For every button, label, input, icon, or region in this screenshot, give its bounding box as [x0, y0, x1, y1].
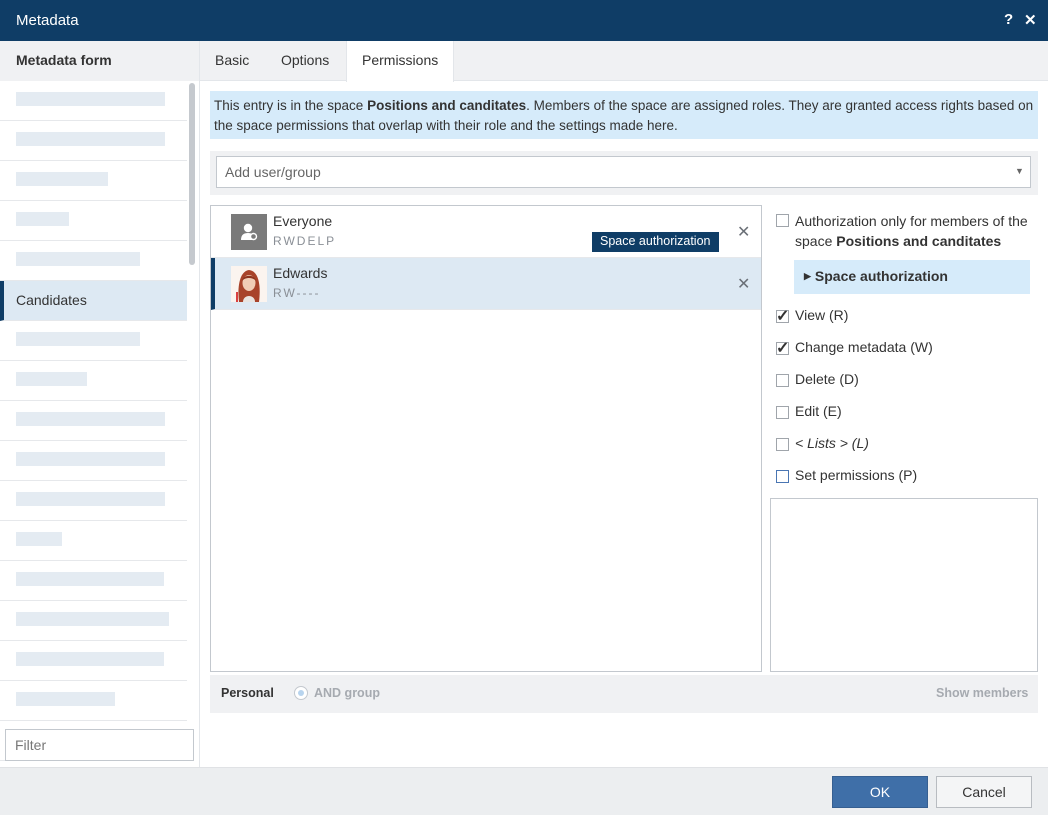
- cancel-button[interactable]: Cancel: [936, 776, 1032, 808]
- field-item[interactable]: [0, 561, 187, 601]
- expand-arrow-icon: ▶: [804, 271, 811, 281]
- close-icon[interactable]: ✕: [1024, 11, 1037, 29]
- info-text-before: This entry is in the space: [214, 98, 368, 113]
- user-photo-avatar: [231, 266, 267, 302]
- field-placeholder: [16, 452, 165, 466]
- info-space-name: Positions and canditates: [367, 98, 527, 113]
- delete-checkbox[interactable]: [776, 374, 789, 387]
- field-item[interactable]: [0, 321, 187, 361]
- field-placeholder: [16, 172, 108, 186]
- show-members-link[interactable]: Show members: [936, 686, 1028, 700]
- field-item[interactable]: [0, 401, 187, 441]
- lists-name: < Lists >: [795, 435, 848, 451]
- metadata-form-sidebar: Metadata form Candidates: [0, 41, 200, 767]
- field-placeholder: [16, 412, 165, 426]
- change-metadata-label: Change metadata (W): [795, 339, 933, 355]
- field-list: Candidates: [0, 81, 187, 761]
- tab-options[interactable]: Options: [266, 41, 344, 81]
- main-panel: Basic Options Permissions This entry is …: [200, 41, 1048, 767]
- lists-suffix: (L): [847, 435, 869, 451]
- sidebar-header: Metadata form: [0, 41, 199, 81]
- field-item[interactable]: [0, 441, 187, 481]
- lists-label: < Lists > (L): [795, 435, 869, 451]
- field-placeholder: [16, 92, 165, 106]
- field-placeholder: [16, 492, 165, 506]
- help-icon[interactable]: ?: [1004, 11, 1013, 28]
- field-placeholder: [16, 612, 169, 626]
- field-placeholder: [16, 532, 62, 546]
- field-item[interactable]: [0, 161, 187, 201]
- add-user-group-input[interactable]: [216, 156, 1031, 188]
- space-info-message: This entry is in the space Positions and…: [210, 91, 1038, 139]
- field-item[interactable]: [0, 481, 187, 521]
- window-title: Metadata: [16, 12, 79, 29]
- sidebar-scrollbar[interactable]: [189, 83, 195, 265]
- title-bar: Metadata ? ✕: [0, 0, 1048, 41]
- lists-checkbox[interactable]: [776, 438, 789, 451]
- add-user-row: ▼: [210, 151, 1038, 195]
- field-placeholder: [16, 372, 87, 386]
- authorization-only-label: Authorization only for members of the sp…: [795, 211, 1035, 251]
- personal-label[interactable]: Personal: [221, 686, 274, 700]
- user-permissions: RW----: [273, 286, 321, 300]
- field-placeholder: [16, 212, 69, 226]
- field-placeholder: [16, 332, 140, 346]
- filter-input[interactable]: [5, 729, 194, 761]
- field-placeholder: [16, 652, 164, 666]
- permission-description-box: [770, 498, 1038, 672]
- field-item[interactable]: [0, 361, 187, 401]
- edit-label: Edit (E): [795, 403, 842, 419]
- tab-basic[interactable]: Basic: [200, 41, 264, 81]
- view-checkbox[interactable]: [776, 306, 789, 326]
- field-item[interactable]: [0, 681, 187, 721]
- space-authorization-label: Space authorization: [814, 268, 948, 284]
- field-item[interactable]: [0, 641, 187, 681]
- and-group-radio[interactable]: [294, 686, 308, 700]
- permissions-panel: Authorization only for members of the sp…: [770, 205, 1040, 672]
- user-permissions: RWDELP: [273, 234, 337, 248]
- group-icon: [231, 214, 267, 250]
- user-list: Everyone RWDELP Space authorization ✕ Ed…: [210, 205, 762, 672]
- field-placeholder: [16, 252, 140, 266]
- field-placeholder: [16, 132, 165, 146]
- field-item[interactable]: [0, 81, 187, 121]
- field-item[interactable]: [0, 241, 187, 281]
- dialog-footer: OK Cancel: [0, 767, 1048, 815]
- field-item-candidates[interactable]: Candidates: [0, 281, 187, 321]
- space-authorization-badge: Space authorization: [592, 232, 719, 252]
- set-permissions-checkbox[interactable]: [776, 470, 789, 483]
- set-permissions-label: Set permissions (P): [795, 467, 918, 483]
- authorization-only-checkbox[interactable]: [776, 214, 789, 227]
- and-group-label: AND group: [314, 686, 380, 700]
- user-row-edwards[interactable]: Edwards RW---- ✕: [211, 258, 761, 310]
- tab-bar: Basic Options Permissions: [200, 41, 1048, 82]
- list-footer: Personal AND group Show members: [210, 675, 1038, 713]
- space-authorization-expander[interactable]: ▶ Space authorization: [794, 260, 1030, 294]
- dropdown-caret-icon[interactable]: ▼: [1015, 166, 1024, 176]
- delete-label: Delete (D): [795, 371, 859, 387]
- field-placeholder: [16, 692, 115, 706]
- field-placeholder: [16, 572, 164, 586]
- ok-button[interactable]: OK: [832, 776, 928, 808]
- field-label: Candidates: [16, 292, 87, 308]
- user-name: Edwards: [273, 265, 328, 281]
- user-row-everyone[interactable]: Everyone RWDELP Space authorization ✕: [211, 206, 761, 258]
- remove-user-icon[interactable]: ✕: [737, 222, 750, 242]
- view-label: View (R): [795, 307, 849, 323]
- field-item[interactable]: [0, 601, 187, 641]
- change-metadata-checkbox[interactable]: [776, 338, 789, 358]
- edit-checkbox[interactable]: [776, 406, 789, 419]
- auth-only-space: Positions and canditates: [836, 233, 1002, 249]
- field-item[interactable]: [0, 201, 187, 241]
- remove-user-icon[interactable]: ✕: [737, 274, 750, 294]
- field-item[interactable]: [0, 521, 187, 561]
- tab-permissions[interactable]: Permissions: [346, 41, 455, 82]
- user-name: Everyone: [273, 213, 333, 229]
- field-item[interactable]: [0, 121, 187, 161]
